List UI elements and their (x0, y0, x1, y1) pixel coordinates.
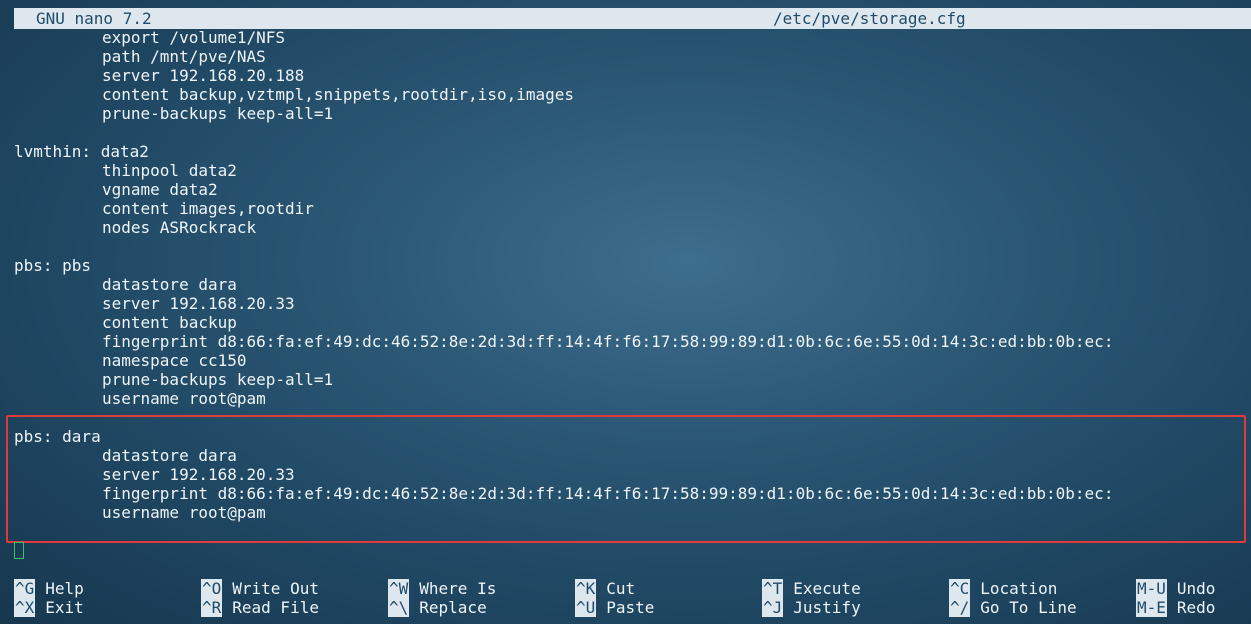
shortcut-key: ^K (575, 579, 597, 598)
editor-line[interactable]: pbs: dara (14, 427, 1251, 446)
editor-line[interactable] (14, 237, 1251, 256)
editor-line[interactable]: prune-backups keep-all=1 (14, 104, 1251, 123)
shortcut-label: Go To Line (980, 598, 1077, 617)
editor-line[interactable]: content backup (14, 313, 1251, 332)
shortcut-key: ^X (14, 598, 36, 617)
shortcut-label: Paste (606, 598, 655, 617)
shortcut-execute[interactable]: ^T Execute (762, 579, 861, 598)
shortcut-key: ^/ (949, 598, 971, 617)
shortcut-label: Redo (1176, 598, 1216, 617)
nano-title-bar: GNU nano 7.2 /etc/pve/storage.cfg (14, 8, 1251, 29)
shortcut-bar: ^G Help ^O Write Out ^W Where Is ^K Cut ^T Execut… (14, 579, 1251, 619)
shortcut-key: M-U (1136, 579, 1167, 598)
shortcut-replace[interactable]: ^\ Replace (388, 598, 487, 617)
shortcut-write-out[interactable]: ^O Write Out (201, 579, 319, 598)
editor-line[interactable]: namespace cc150 (14, 351, 1251, 370)
shortcut-cut[interactable]: ^K Cut (575, 579, 635, 598)
shortcut-label: Read File (232, 598, 319, 617)
shortcut-redo[interactable]: M-E Redo (1136, 598, 1215, 617)
editor-line[interactable]: nodes ASRockrack (14, 218, 1251, 237)
editor-line[interactable]: server 192.168.20.33 (14, 465, 1251, 484)
editor-line[interactable]: server 192.168.20.188 (14, 66, 1251, 85)
shortcut-label: Exit (45, 598, 84, 617)
shortcut-label: Write Out (232, 579, 319, 598)
text-editor-area[interactable]: export /volume1/NFS path /mnt/pve/NAS serv… (14, 28, 1251, 548)
shortcut-key: ^J (762, 598, 784, 617)
shortcut-key: ^\ (388, 598, 410, 617)
text-cursor (14, 542, 24, 559)
open-file-path: /etc/pve/storage.cfg (773, 9, 966, 28)
shortcut-label: Undo (1176, 579, 1216, 598)
shortcut-read-file[interactable]: ^R Read File (201, 598, 319, 617)
shortcut-undo[interactable]: M-U Undo (1136, 579, 1215, 598)
shortcut-key: ^O (201, 579, 223, 598)
terminal-screen: GNU nano 7.2 /etc/pve/storage.cfg export… (0, 0, 1251, 624)
editor-line[interactable]: lvmthin: data2 (14, 142, 1251, 161)
editor-line[interactable]: fingerprint d8:66:fa:ef:49:dc:46:52:8e:2… (14, 332, 1251, 351)
shortcut-label: Where Is (419, 579, 497, 598)
editor-line[interactable]: content backup,vztmpl,snippets,rootdir,i… (14, 85, 1251, 104)
editor-line[interactable]: pbs: pbs (14, 256, 1251, 275)
shortcut-key: ^U (575, 598, 597, 617)
editor-line[interactable] (14, 408, 1251, 427)
editor-line[interactable]: export /volume1/NFS (14, 28, 1251, 47)
editor-line[interactable]: path /mnt/pve/NAS (14, 47, 1251, 66)
editor-app-name: GNU nano 7.2 (36, 9, 152, 28)
editor-line[interactable]: datastore dara (14, 446, 1251, 465)
editor-line[interactable] (14, 123, 1251, 142)
shortcut-label: Help (45, 579, 84, 598)
editor-line[interactable]: thinpool data2 (14, 161, 1251, 180)
editor-line[interactable]: server 192.168.20.33 (14, 294, 1251, 313)
shortcut-where-is[interactable]: ^W Where Is (388, 579, 496, 598)
editor-line[interactable]: content images,rootdir (14, 199, 1251, 218)
editor-line[interactable]: vgname data2 (14, 180, 1251, 199)
shortcut-label: Justify (793, 598, 861, 617)
editor-line[interactable]: username root@pam (14, 389, 1251, 408)
shortcut-key: ^R (201, 598, 223, 617)
shortcut-help[interactable]: ^G Help (14, 579, 84, 598)
shortcut-go-to-line[interactable]: ^/ Go To Line (949, 598, 1077, 617)
editor-line[interactable]: fingerprint d8:66:fa:ef:49:dc:46:52:8e:2… (14, 484, 1251, 503)
shortcut-key: ^W (388, 579, 410, 598)
shortcut-label: Execute (793, 579, 861, 598)
shortcut-label: Location (980, 579, 1058, 598)
editor-line[interactable]: datastore dara (14, 275, 1251, 294)
shortcut-key: ^T (762, 579, 784, 598)
shortcut-exit[interactable]: ^X Exit (14, 598, 84, 617)
shortcut-location[interactable]: ^C Location (949, 579, 1057, 598)
editor-line[interactable]: username root@pam (14, 503, 1251, 522)
shortcut-justify[interactable]: ^J Justify (762, 598, 861, 617)
editor-line[interactable]: prune-backups keep-all=1 (14, 370, 1251, 389)
shortcut-key: M-E (1136, 598, 1167, 617)
shortcut-label: Cut (606, 579, 636, 598)
shortcut-paste[interactable]: ^U Paste (575, 598, 654, 617)
shortcut-label: Replace (419, 598, 487, 617)
shortcut-key: ^G (14, 579, 36, 598)
shortcut-key: ^C (949, 579, 971, 598)
